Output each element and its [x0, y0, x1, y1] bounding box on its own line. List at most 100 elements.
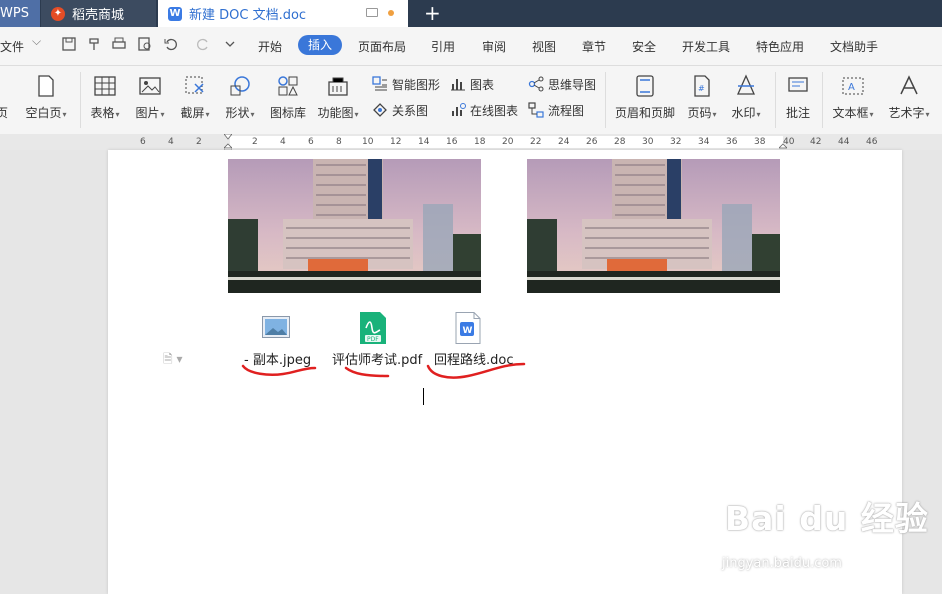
unsaved-dot-icon [388, 10, 394, 16]
function-chart-button[interactable]: 功能图▾ [315, 66, 361, 130]
relation-chart-button[interactable]: 关系图 [372, 100, 428, 120]
building-photo[interactable] [228, 159, 481, 293]
building-photo[interactable] [527, 159, 780, 293]
ruler-tick: 34 [698, 137, 710, 147]
menu-section[interactable]: 章节 [582, 38, 606, 55]
jpeg-file-icon[interactable] [262, 316, 290, 338]
file-menu[interactable]: 文件 [0, 34, 41, 55]
page-number-icon: # [694, 75, 710, 97]
online-chart-icon [452, 103, 466, 116]
chart-button[interactable]: 图表 [450, 74, 494, 94]
menu-start[interactable]: 开始 [258, 38, 282, 55]
ruler-tick: 8 [336, 137, 342, 147]
smart-shape-button[interactable]: 智能图形 [372, 74, 440, 94]
svg-text:A: A [848, 82, 855, 93]
ruler-tick: 22 [530, 137, 542, 147]
shapes-button[interactable]: 形状▾ [220, 66, 260, 130]
tab-label: WPS [0, 6, 29, 21]
icon-library-icon [278, 76, 298, 96]
right-indent-marker-icon[interactable] [779, 134, 787, 150]
page-number-button[interactable]: # 页码▾ [682, 66, 722, 130]
tab-document[interactable]: W 新建 DOC 文档.doc [158, 0, 408, 27]
menu-review[interactable]: 审阅 [482, 38, 506, 55]
menu-doc-assistant[interactable]: 文档助手 [830, 38, 878, 55]
separator [775, 72, 776, 128]
picture-icon [139, 77, 161, 95]
watermark-button[interactable]: 水印▾ [726, 66, 766, 130]
blank-page-button[interactable]: 空白页▾ [18, 66, 74, 130]
format-painter-icon[interactable] [87, 36, 103, 52]
redo-icon[interactable] [195, 36, 211, 52]
ruler-tick: 4 [168, 137, 174, 147]
tab-daoke-store[interactable]: ✦ 稻壳商城 [41, 0, 156, 27]
text-cursor [423, 388, 424, 405]
icon-library-button[interactable]: 图标库 [266, 66, 310, 130]
flowchart-icon [528, 102, 544, 118]
pdf-file-icon[interactable]: PDF [358, 312, 388, 344]
ruler-tick: 38 [754, 137, 766, 147]
screenshot-button[interactable]: 截屏▾ [175, 66, 215, 130]
paragraph-handle-icon[interactable]: 🗎 ▾ [163, 350, 183, 371]
separator [80, 72, 81, 128]
textbox-button[interactable]: A 文本框▾ [828, 66, 878, 130]
save-icon[interactable] [61, 36, 77, 52]
word-badge: W [463, 326, 473, 336]
ruler-tick: 2 [252, 137, 258, 147]
ruler-tick: 42 [810, 137, 822, 147]
ruler-tick: 20 [502, 137, 514, 147]
red-annotation-underline [241, 362, 526, 379]
pdf-badge: PDF [367, 336, 379, 343]
ruler-tick: 18 [474, 137, 486, 147]
ribbon-insert: 页 空白页▾ 表格▾ 图片▾ 截屏▾ 形状▾ 图标库 功能图▾ 智能图形 图表 … [0, 66, 942, 135]
wordart-button[interactable]: 艺术字▾ [884, 66, 934, 130]
tab-label: 稻壳商城 [72, 8, 125, 23]
print-icon[interactable] [111, 36, 127, 52]
blank-page-icon [38, 75, 54, 97]
table-icon [94, 76, 116, 96]
smart-shape-icon [372, 76, 387, 91]
header-footer-icon [636, 75, 654, 97]
wordart-icon [900, 75, 918, 95]
online-chart-button[interactable]: 在线图表 [450, 100, 518, 120]
table-button[interactable]: 表格▾ [85, 66, 125, 130]
menu-references[interactable]: 引用 [431, 38, 455, 55]
picture-button[interactable]: 图片▾ [130, 66, 170, 130]
ruler-tick: 46 [866, 137, 878, 147]
menu-features[interactable]: 特色应用 [756, 38, 804, 55]
print-preview-icon[interactable] [137, 36, 153, 52]
mind-map-button[interactable]: 思维导图 [528, 74, 596, 94]
menu-page-layout[interactable]: 页面布局 [358, 38, 406, 55]
ruler-tick: 36 [726, 137, 738, 147]
menu-bar: 文件 开始 插入 页面布局 引用 审阅 视图 章节 安全 开发工具 特色应用 文… [0, 27, 942, 66]
baidu-watermark: Bai du 经验 [725, 499, 929, 538]
ruler-tick: 16 [446, 137, 458, 147]
watermark-icon [736, 74, 756, 95]
ruler-tick: 44 [838, 137, 850, 147]
ruler-tick: 4 [280, 137, 286, 147]
monitor-icon[interactable] [366, 8, 378, 17]
left-indent-marker-icon[interactable] [224, 134, 232, 150]
flowchart-button[interactable]: 流程图 [528, 100, 584, 120]
customize-toolbar-icon[interactable] [222, 36, 238, 52]
horizontal-ruler[interactable]: 6 4 2 2 2 4 6 8 10 12 14 16 18 20 22 24 … [0, 134, 942, 150]
ruler-tick: 32 [670, 137, 682, 147]
ruler-tick: 6 [140, 137, 146, 147]
menu-security[interactable]: 安全 [632, 38, 656, 55]
ruler-tick: 12 [390, 137, 402, 147]
daoke-logo-icon: ✦ [51, 6, 65, 21]
writer-doc-icon: W [168, 6, 182, 21]
header-footer-button[interactable]: 页眉和页脚 [612, 66, 678, 130]
cover-page-button[interactable]: 页 [0, 66, 12, 130]
shapes-icon [230, 76, 250, 96]
menu-developer[interactable]: 开发工具 [682, 38, 730, 55]
doc-file-icon[interactable]: W [455, 312, 481, 344]
new-tab-plus-icon[interactable]: + [424, 1, 441, 25]
menu-insert[interactable]: 插入 [298, 35, 342, 55]
ruler-tick: 24 [558, 137, 570, 147]
undo-icon[interactable] [163, 36, 179, 52]
tab-wps[interactable]: WPS [0, 0, 40, 27]
bar-chart-icon [451, 79, 465, 91]
comment-button[interactable]: 批注 [780, 66, 816, 130]
menu-view[interactable]: 视图 [532, 38, 556, 55]
ruler-tick: 6 [308, 137, 314, 147]
